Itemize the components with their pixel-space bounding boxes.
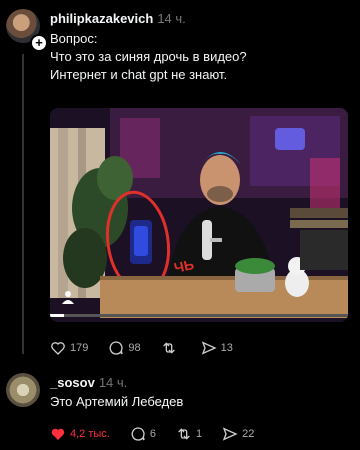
post-video[interactable]: ЧЬ: [50, 108, 348, 322]
reply-time: 14 ч.: [98, 375, 128, 390]
comment-icon: [131, 427, 145, 441]
reply-share-button[interactable]: 22: [222, 426, 254, 442]
heart-icon: [51, 342, 65, 355]
post-username-text[interactable]: philipkazakevich: [50, 11, 153, 26]
reply-like-count: 4,2 тыс.: [70, 428, 110, 440]
post-text-line3: Интернет и chat gpt не знают.: [50, 67, 228, 82]
reply-avatar[interactable]: [6, 373, 40, 407]
post-text: Вопрос: Что это за синяя дрочь в видео? …: [50, 30, 247, 84]
reply-share-count: 22: [242, 428, 255, 440]
send-icon: [201, 341, 217, 355]
reply-text: Это Артемий Лебедев: [50, 394, 184, 409]
repost-button[interactable]: [161, 340, 181, 356]
reply-actions: 4,2 тыс. 6 1 22: [50, 426, 274, 442]
comment-button[interactable]: 98: [108, 340, 141, 356]
send-icon: [222, 427, 238, 441]
post-time: 14 ч.: [157, 11, 186, 26]
video-frame: [50, 108, 348, 322]
repost-icon: [178, 428, 190, 440]
heart-filled-icon: [51, 428, 65, 440]
reply-repost-count: 1: [195, 428, 203, 440]
post-text-line1: Вопрос:: [50, 31, 98, 46]
thread-line: [22, 54, 24, 354]
reply-username[interactable]: _sosov 14 ч.: [50, 375, 127, 390]
post-actions: 179 98 13: [50, 340, 253, 356]
post-username[interactable]: philipkazakevich 14 ч.: [50, 11, 186, 26]
comment-count: 98: [128, 342, 141, 354]
post-text-line2: Что это за синяя дрочь в видео?: [50, 49, 247, 64]
repost-icon: [162, 342, 175, 354]
follow-plus-icon[interactable]: +: [30, 34, 48, 52]
like-count: 179: [70, 342, 89, 354]
share-count: 13: [220, 342, 233, 354]
reply-comment-count: 6: [149, 428, 156, 440]
reply-like-button[interactable]: 4,2 тыс.: [50, 426, 110, 442]
share-button[interactable]: 13: [201, 340, 233, 356]
reply-username-text[interactable]: _sosov: [50, 375, 95, 390]
comment-icon: [109, 341, 124, 355]
reply-repost-button[interactable]: 1: [176, 426, 202, 442]
like-button[interactable]: 179: [50, 340, 88, 356]
reply-comment-button[interactable]: 6: [130, 426, 156, 442]
